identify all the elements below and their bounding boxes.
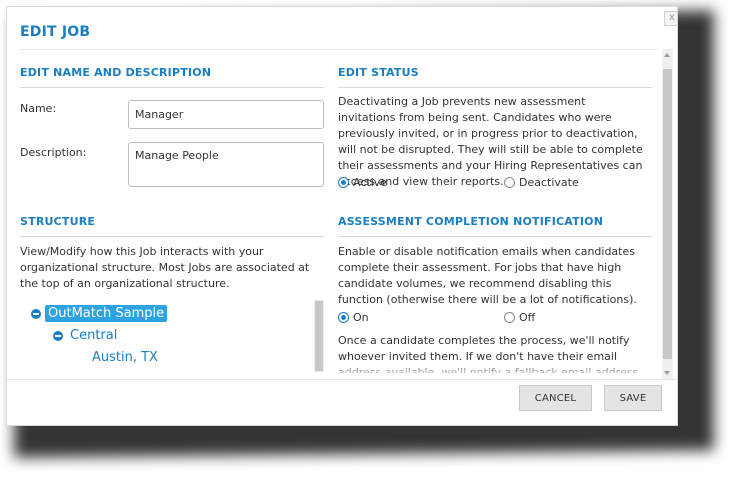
radio-off[interactable]: [504, 312, 515, 323]
tree-scroll-thumb[interactable]: [315, 301, 323, 371]
tree-node-label[interactable]: OutMatch Sample: [45, 305, 168, 322]
content-scroll-thumb[interactable]: [663, 69, 672, 359]
radio-on[interactable]: [338, 312, 349, 323]
tree-node-austin-tx[interactable]: Austin, TX: [89, 349, 161, 366]
status-deactivate-option[interactable]: Deactivate: [504, 176, 579, 189]
name-label: Name:: [20, 102, 57, 115]
description-field[interactable]: Manage People: [128, 142, 324, 187]
radio-off-label[interactable]: Off: [519, 311, 535, 324]
radio-active[interactable]: [338, 177, 349, 188]
notification-on-option[interactable]: On: [338, 311, 369, 324]
title-divider: [20, 49, 657, 50]
name-input[interactable]: [128, 100, 324, 129]
collapse-icon[interactable]: [53, 330, 63, 341]
section-divider: [20, 236, 324, 237]
dialog-title: EDIT JOB: [20, 24, 91, 40]
tree-node-central[interactable]: Central: [53, 327, 120, 344]
radio-active-label[interactable]: Active: [353, 176, 387, 189]
structure-description: View/Modify how this Job interacts with …: [20, 245, 310, 290]
radio-on-label[interactable]: On: [353, 311, 369, 324]
scroll-down-icon[interactable]: [664, 371, 670, 375]
structure-heading: STRUCTURE: [20, 215, 96, 228]
notification-description: Enable or disable notification emails wh…: [338, 245, 637, 306]
section-divider: [338, 87, 652, 88]
scroll-up-icon[interactable]: [664, 53, 670, 57]
save-button[interactable]: SAVE: [604, 385, 662, 411]
radio-deactivate[interactable]: [504, 177, 515, 188]
content-scrollbar[interactable]: [662, 49, 673, 379]
edit-job-dialog: x EDIT JOB EDIT NAME AND DESCRIPTION Nam…: [6, 6, 678, 426]
status-active-option[interactable]: Active: [338, 176, 387, 189]
radio-deactivate-label[interactable]: Deactivate: [519, 176, 579, 189]
cancel-button[interactable]: CANCEL: [519, 385, 592, 411]
notification-heading: ASSESSMENT COMPLETION NOTIFICATION: [338, 215, 604, 228]
edit-status-heading: EDIT STATUS: [338, 66, 419, 79]
tree-node-outmatch-sample[interactable]: OutMatch Sample: [31, 305, 168, 322]
notification-off-option[interactable]: Off: [504, 311, 535, 324]
footer-divider: [7, 379, 677, 380]
description-label: Description:: [20, 146, 87, 159]
tree-scrollbar[interactable]: [314, 300, 324, 372]
section-divider: [20, 87, 324, 88]
collapse-icon[interactable]: [31, 308, 41, 319]
structure-tree: OutMatch Sample Central Austin, TX: [23, 302, 323, 372]
tree-node-label[interactable]: Austin, TX: [89, 349, 161, 366]
section-divider: [338, 236, 652, 237]
edit-name-heading: EDIT NAME AND DESCRIPTION: [20, 66, 212, 79]
content-fade: [337, 362, 657, 378]
close-icon[interactable]: x: [664, 11, 677, 26]
tree-node-label[interactable]: Central: [67, 327, 120, 344]
